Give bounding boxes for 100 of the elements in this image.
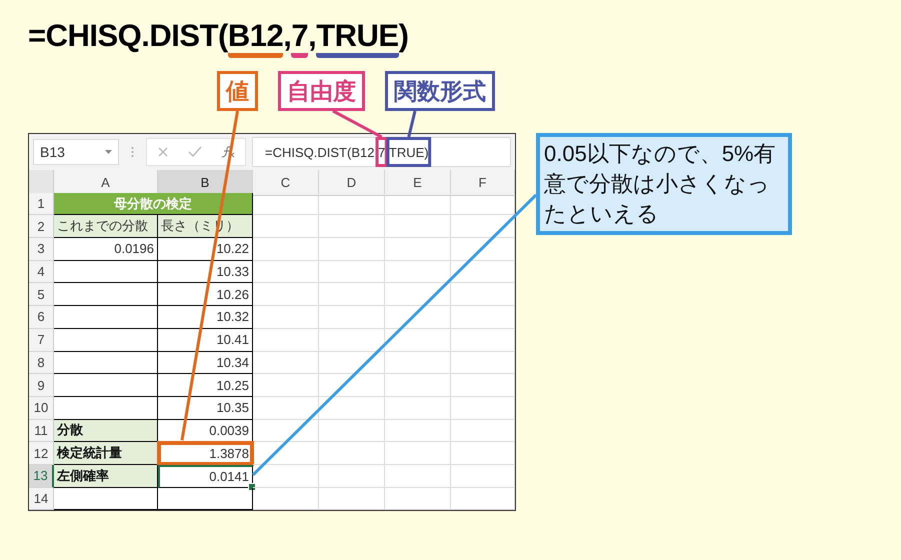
table-cell	[385, 215, 451, 238]
table-cell	[253, 215, 319, 238]
table-cell	[253, 442, 319, 465]
table-cell	[451, 396, 515, 420]
table-cell	[385, 283, 451, 306]
table-cell	[253, 283, 319, 306]
table-cell	[451, 420, 515, 442]
row-header[interactable]: 12	[29, 442, 54, 465]
fill-handle[interactable]	[248, 482, 256, 491]
table-cell	[451, 283, 515, 306]
table-cell: 10.35	[158, 396, 253, 420]
leader-line	[407, 110, 416, 138]
table-cell	[319, 464, 385, 488]
function-icon[interactable]	[221, 146, 236, 158]
table-cell	[451, 352, 515, 374]
table-cell: 10.25	[158, 374, 253, 397]
row-header[interactable]: 9	[29, 374, 54, 397]
table-cell	[451, 260, 515, 284]
table-cell: 検定統計量	[54, 442, 158, 465]
table-cell	[253, 488, 319, 510]
table-cell: 10.34	[158, 352, 253, 374]
table-cell	[385, 328, 451, 352]
table-cell	[253, 328, 319, 352]
name-box[interactable]: B13	[33, 139, 119, 165]
table-cell	[253, 306, 319, 329]
table-cell	[451, 192, 515, 216]
row-header[interactable]: 8	[29, 352, 54, 374]
table-cell	[253, 464, 319, 488]
caret-icon	[105, 150, 112, 154]
table-cell: 0.0196	[54, 238, 158, 261]
table-cell	[385, 396, 451, 420]
annotation-label: 関数形式	[385, 71, 495, 111]
table-cell: 10.41	[158, 328, 253, 352]
column-header[interactable]: D	[319, 170, 385, 196]
row-header[interactable]: 11	[29, 420, 54, 442]
table-cell	[319, 396, 385, 420]
table-cell	[319, 352, 385, 374]
callout-note: 0.05以下なので、5%有意で分散は小さくなったといえる	[536, 133, 792, 235]
table-cell	[319, 442, 385, 465]
table-cell	[385, 306, 451, 329]
table-cell	[253, 420, 319, 442]
table-cell	[451, 442, 515, 465]
table-cell	[451, 215, 515, 238]
table-cell: 1.3878	[158, 442, 253, 465]
grip-icon	[131, 146, 134, 158]
table-cell: 母分散の検定	[54, 192, 253, 216]
row-header[interactable]: 5	[29, 283, 54, 306]
row-header[interactable]: 7	[29, 328, 54, 352]
cancel-icon[interactable]	[156, 146, 169, 158]
table-cell	[319, 215, 385, 238]
row-header[interactable]: 3	[29, 238, 54, 261]
table-cell	[451, 306, 515, 329]
row-header[interactable]: 14	[29, 488, 54, 510]
table-cell	[319, 306, 385, 329]
table-cell: 分散	[54, 420, 158, 442]
table-cell	[319, 260, 385, 284]
table-cell	[319, 420, 385, 442]
check-icon[interactable]	[188, 146, 202, 158]
table-cell	[319, 328, 385, 352]
column-header[interactable]: E	[385, 170, 451, 196]
table-cell	[253, 238, 319, 261]
annotation-label: 値	[217, 71, 258, 111]
table-cell: 0.0141	[158, 464, 253, 488]
table-cell	[385, 488, 451, 510]
table-cell	[451, 464, 515, 488]
table-cell	[385, 420, 451, 442]
row-header[interactable]: 6	[29, 306, 54, 329]
table-cell	[319, 374, 385, 397]
table-cell: 10.22	[158, 238, 253, 261]
table-cell	[451, 488, 515, 510]
table-cell	[319, 283, 385, 306]
column-header[interactable]: F	[451, 170, 515, 196]
row-header[interactable]: 1	[29, 192, 54, 216]
table-cell	[385, 374, 451, 397]
row-header[interactable]: 10	[29, 396, 54, 420]
table-cell	[253, 352, 319, 374]
row-header[interactable]: 13	[29, 464, 54, 488]
table-cell	[451, 328, 515, 352]
table-cell: 10.26	[158, 283, 253, 306]
formula-heading: =CHISQ.DIST(B12,7,TRUE)	[28, 16, 408, 56]
table-cell	[451, 374, 515, 397]
table-cell	[385, 464, 451, 488]
table-cell: 左側確率	[54, 464, 158, 488]
table-cell	[385, 238, 451, 261]
row-header[interactable]: 2	[29, 215, 54, 238]
row-header[interactable]: 4	[29, 260, 54, 284]
table-cell	[319, 488, 385, 510]
table-cell	[451, 238, 515, 261]
table-cell: 0.0039	[158, 420, 253, 442]
table-cell	[385, 192, 451, 216]
column-header[interactable]: C	[253, 170, 319, 196]
table-cell	[253, 374, 319, 397]
table-cell	[319, 192, 385, 216]
leader-line	[332, 110, 382, 138]
table-cell: 10.33	[158, 260, 253, 284]
table-cell: 10.32	[158, 306, 253, 329]
table-cell	[253, 396, 319, 420]
table-cell	[253, 260, 319, 284]
table-cell: これまでの分散	[54, 215, 158, 238]
table-cell	[253, 192, 319, 216]
